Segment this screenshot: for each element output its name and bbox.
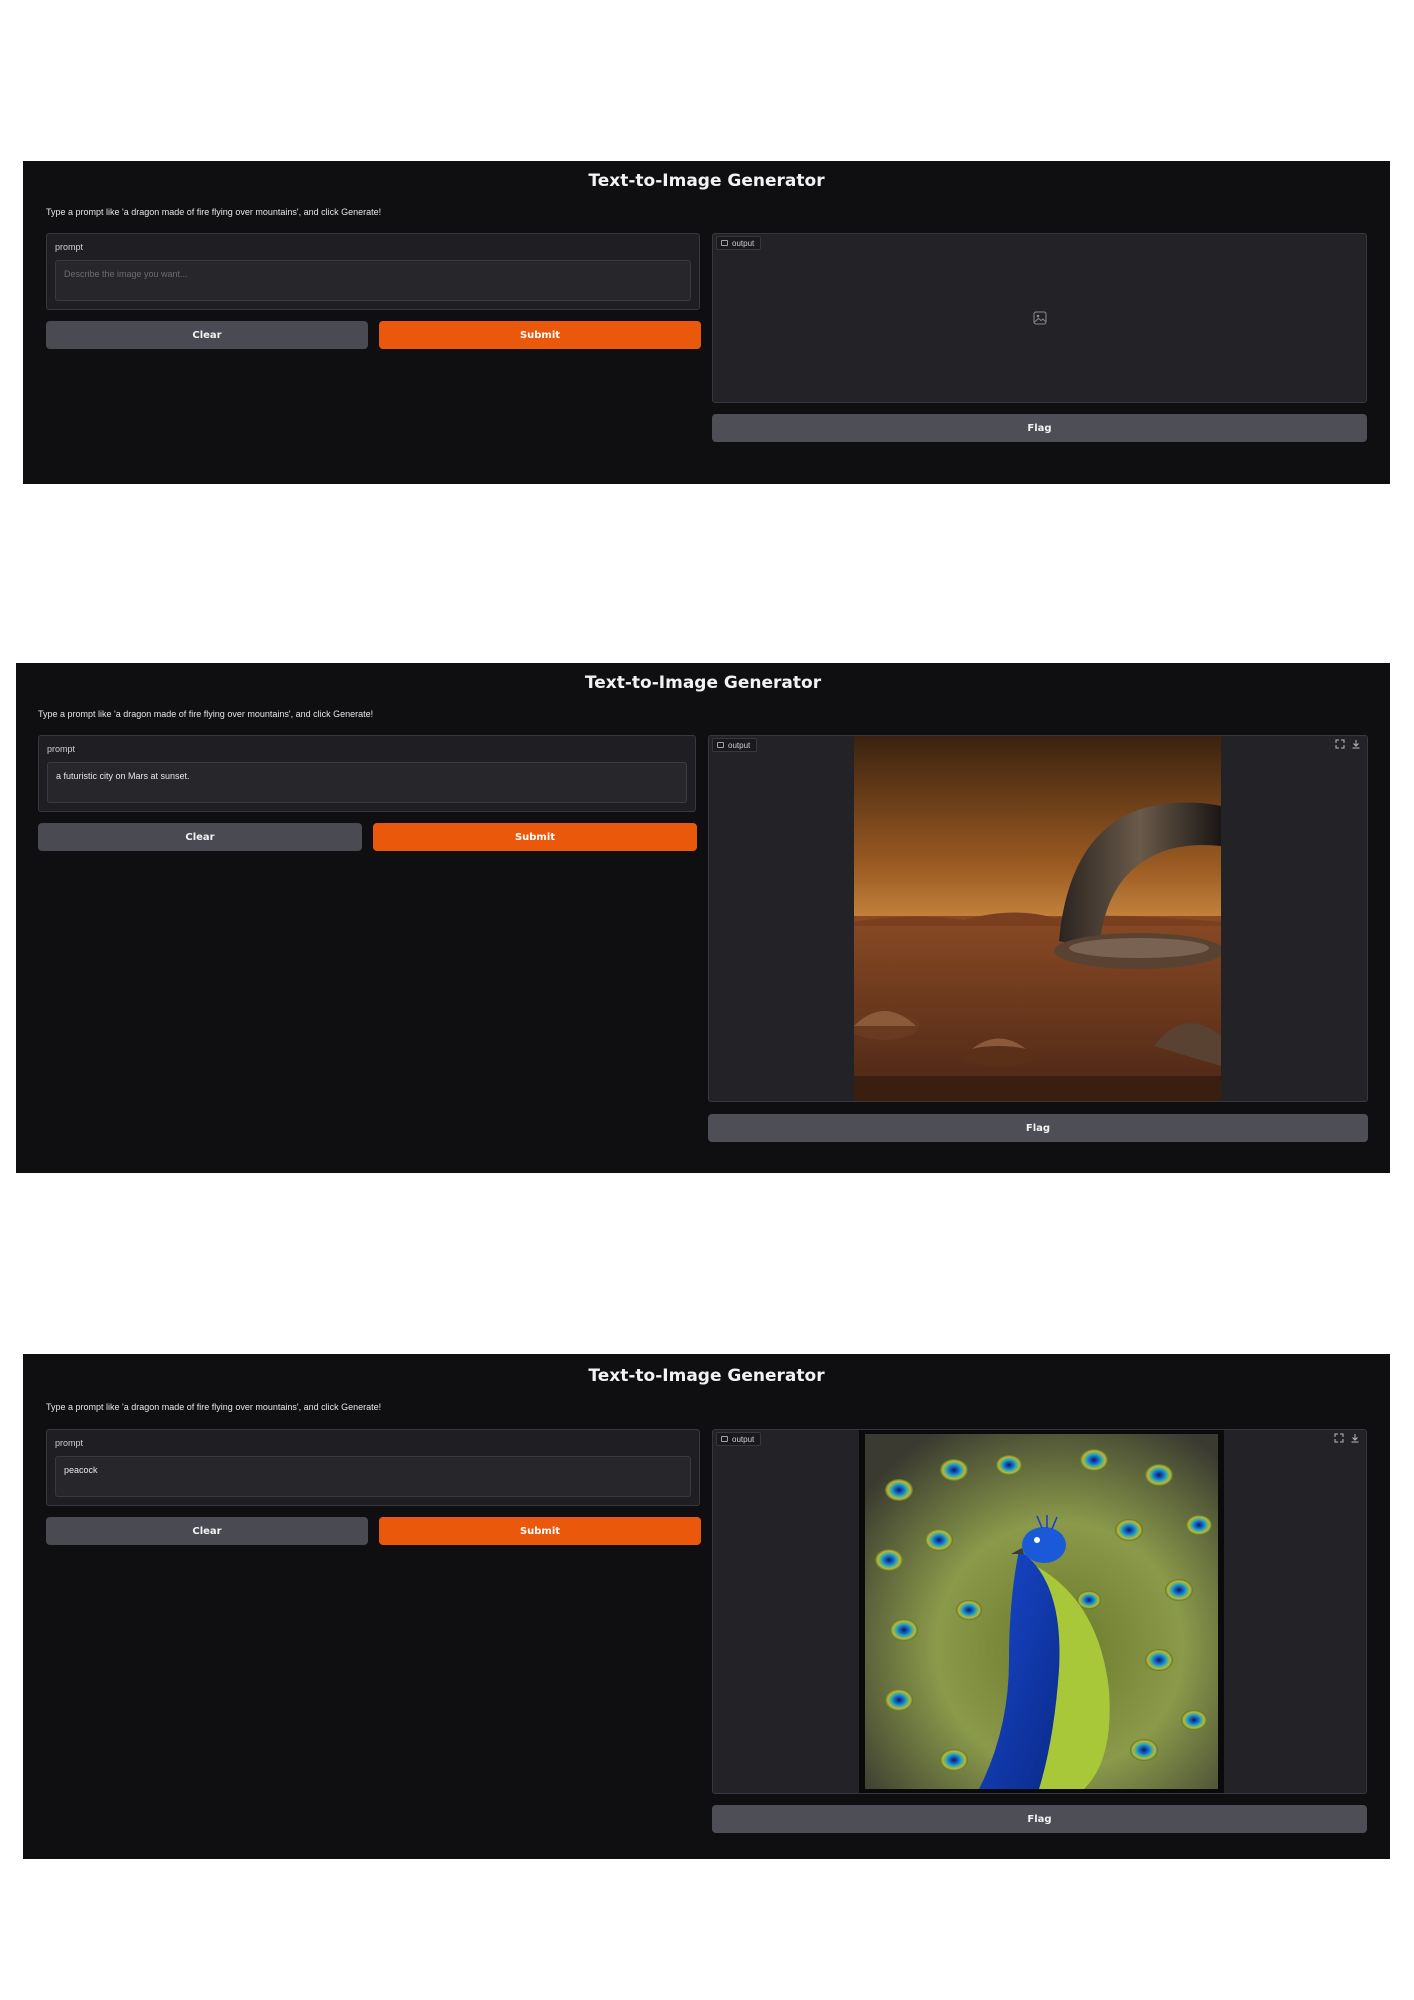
prompt-label: prompt (47, 744, 76, 754)
clear-button[interactable]: Clear (46, 1517, 368, 1545)
clear-button[interactable]: Clear (46, 321, 368, 349)
download-icon[interactable] (1350, 1433, 1360, 1443)
prompt-label: prompt (55, 1438, 84, 1448)
output-label-tag: output (716, 236, 762, 250)
flag-button[interactable]: Flag (712, 1805, 1367, 1833)
image-placeholder-icon (1033, 311, 1046, 325)
app-screenshot-empty: Text-to-Image Generator Type a prompt li… (23, 161, 1390, 484)
page-description: Type a prompt like 'a dragon made of fir… (38, 709, 374, 719)
prompt-input[interactable]: peacock (55, 1456, 691, 1497)
prompt-input[interactable]: Describe the image you want... (55, 260, 691, 301)
image-icon (721, 240, 728, 246)
page-title: Text-to-Image Generator (588, 1366, 825, 1386)
prompt-block: prompt peacock (46, 1429, 700, 1506)
output-image-area: output (708, 735, 1368, 1102)
output-label: output (732, 1434, 755, 1444)
generated-image-mars-city (854, 736, 1221, 1101)
prompt-block: prompt a futuristic city on Mars at suns… (38, 735, 696, 812)
image-icon (721, 1436, 728, 1442)
prompt-input[interactable]: a futuristic city on Mars at sunset. (47, 762, 687, 803)
fullscreen-icon[interactable] (1334, 1433, 1344, 1443)
output-label-tag: output (716, 1432, 762, 1446)
app-screenshot-peacock: Text-to-Image Generator Type a prompt li… (23, 1354, 1390, 1859)
submit-button[interactable]: Submit (379, 1517, 701, 1545)
page-title: Text-to-Image Generator (584, 673, 822, 693)
app-screenshot-mars: Text-to-Image Generator Type a prompt li… (16, 663, 1390, 1173)
fullscreen-icon[interactable] (1335, 739, 1345, 749)
prompt-label: prompt (55, 242, 84, 252)
output-label-tag: output (712, 738, 758, 752)
output-image-area: output (712, 1429, 1367, 1794)
clear-button[interactable]: Clear (38, 823, 362, 851)
flag-button[interactable]: Flag (712, 414, 1367, 442)
output-image-area: output (712, 233, 1367, 403)
page-description: Type a prompt like 'a dragon made of fir… (46, 1402, 382, 1412)
generated-image-peacock (859, 1430, 1224, 1793)
output-label: output (728, 740, 751, 750)
image-icon (717, 742, 724, 748)
page-description: Type a prompt like 'a dragon made of fir… (46, 207, 382, 217)
prompt-block: prompt Describe the image you want... (46, 233, 700, 310)
download-icon[interactable] (1351, 739, 1361, 749)
submit-button[interactable]: Submit (373, 823, 697, 851)
submit-button[interactable]: Submit (379, 321, 701, 349)
output-label: output (732, 238, 755, 248)
page-title: Text-to-Image Generator (588, 171, 825, 191)
flag-button[interactable]: Flag (708, 1114, 1368, 1142)
